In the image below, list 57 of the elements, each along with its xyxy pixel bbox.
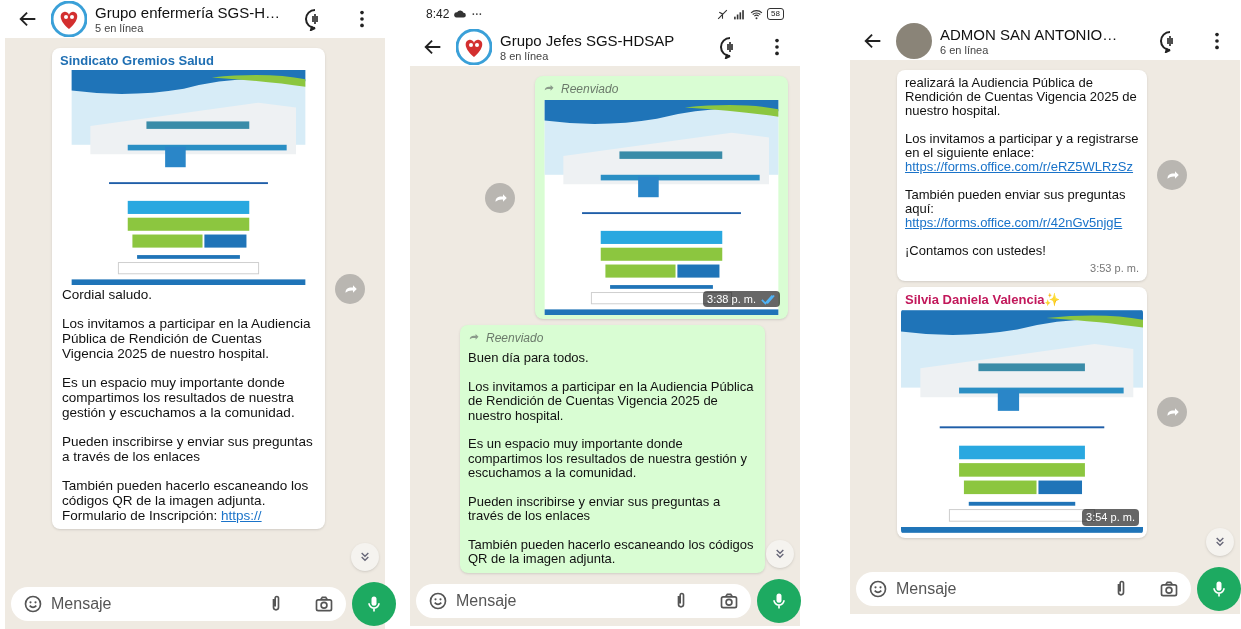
message-link[interactable]: https://forms.office.com/r/eRZ5WLRzSz bbox=[905, 160, 1134, 174]
battery-icon: 58 bbox=[767, 8, 784, 20]
message-text: Los invitamos a participar y a registrarse en el siguiente enlace: https://forms.office.com/r/eRZ5WLRzSz bbox=[905, 132, 1139, 174]
message-text: Los invitamos a participar en la Audiencia Pública de Rendición de Cuentas Vigencia 2025 de nuestro hospital. bbox=[62, 316, 312, 361]
message-text: Es un espacio muy importante donde compartimos los resultados de nuestra gestión y escuchamos a la comunidad. bbox=[468, 437, 748, 481]
message-text: También pueden enviar sus preguntas aquí: https://forms.office.com/r/42nGv5njgE bbox=[905, 188, 1127, 230]
signal-icon bbox=[733, 7, 747, 21]
wifi-icon bbox=[750, 7, 764, 21]
message-text: Buen día para todos. bbox=[468, 351, 590, 366]
message-text: realizará la Audiencia Pública de Rendición de Cuentas Vigencia 2025 de nuestro hospital. bbox=[905, 76, 1138, 118]
camera-icon[interactable] bbox=[1159, 579, 1179, 599]
microphone-button[interactable] bbox=[352, 582, 396, 626]
scroll-down-button[interactable] bbox=[351, 543, 379, 571]
camera-icon[interactable] bbox=[314, 594, 334, 614]
message-input[interactable]: Mensaje bbox=[896, 577, 1103, 601]
message-input[interactable]: Mensaje bbox=[51, 592, 258, 616]
message-text: Los invitamos a participar en la Audiencia Pública de Rendición de Cuentas Vigencia 2025 de nuestro hospital. bbox=[468, 379, 755, 423]
message-link[interactable]: https:// bbox=[221, 508, 262, 523]
message-time: 3:53 p. m. bbox=[1090, 261, 1139, 276]
message-text: Pueden inscribirse y enviar sus preguntas a través de los enlaces bbox=[468, 494, 722, 524]
mute-icon bbox=[716, 7, 730, 21]
message-text: Es un espacio muy importante donde compartimos los resultados de nuestra gestión y escuchamos a la comunidad. bbox=[62, 375, 296, 420]
group-avatar[interactable] bbox=[51, 1, 87, 37]
forwarded-label: Reenviado bbox=[486, 330, 544, 347]
group-avatar[interactable] bbox=[456, 29, 492, 65]
message-text: ¡Contamos con ustedes! bbox=[905, 244, 1047, 258]
message-text: Pueden inscribirse y enviar sus preguntas a través de los enlaces bbox=[62, 434, 314, 464]
message-field[interactable]: Mensaje bbox=[856, 572, 1191, 606]
cloud-icon bbox=[453, 7, 468, 21]
message-text: También pueden hacerlo escaneando los códigos QR de la imagen adjunta. bbox=[468, 537, 755, 567]
forwarded-label: Reenviado bbox=[561, 81, 619, 98]
message-field[interactable]: Mensaje bbox=[416, 584, 751, 618]
sender-name: Silvia Daniela Valencia✨ bbox=[904, 290, 1062, 309]
emoji-icon[interactable] bbox=[868, 579, 888, 599]
online-count: 5 en línea bbox=[95, 22, 145, 35]
online-count: 8 en línea bbox=[500, 50, 550, 63]
message-text: Cordial saludo. bbox=[62, 287, 154, 302]
online-count: 6 en línea bbox=[940, 44, 990, 57]
message-field[interactable]: Mensaje bbox=[11, 587, 346, 621]
message-text: También pueden hacerlo escaneando los códigos QR de la imagen adjunta. Formulario de Inscripción: https:// bbox=[62, 478, 310, 523]
scroll-down-button[interactable] bbox=[766, 540, 794, 568]
sender-name: Sindicato Gremios Salud bbox=[59, 52, 215, 70]
message-input[interactable]: Mensaje bbox=[456, 589, 663, 613]
scroll-down-button[interactable] bbox=[1206, 528, 1234, 556]
microphone-button[interactable] bbox=[1197, 567, 1241, 611]
emoji-icon[interactable] bbox=[428, 591, 448, 611]
message-time: 3:38 p. m. bbox=[707, 291, 756, 307]
chat-title[interactable]: ADMON SAN ANTONIO… bbox=[940, 25, 1150, 44]
chat-title[interactable]: Grupo Jefes SGS-HDSAP bbox=[500, 31, 710, 50]
microphone-button[interactable] bbox=[757, 579, 801, 623]
message-link[interactable]: https://forms.office.com/r/42nGv5njgE bbox=[905, 216, 1123, 230]
message-time: 3:54 p. m. bbox=[1086, 510, 1135, 525]
camera-icon[interactable] bbox=[719, 591, 739, 611]
chat-title[interactable]: Grupo enfermería SGS-H… bbox=[95, 3, 295, 22]
group-avatar[interactable] bbox=[896, 23, 932, 59]
status-time: 8:42 bbox=[426, 6, 450, 23]
emoji-icon[interactable] bbox=[23, 594, 43, 614]
